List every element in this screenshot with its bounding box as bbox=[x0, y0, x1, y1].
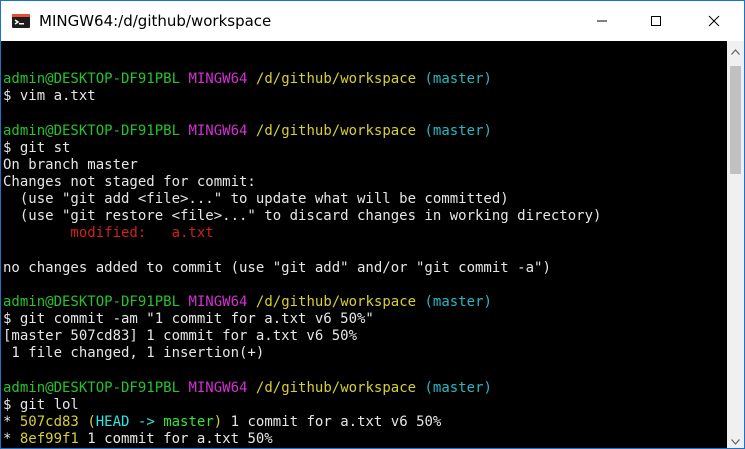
terminal-text-segment: (master) bbox=[424, 71, 492, 88]
terminal-line: On branch master bbox=[3, 157, 601, 174]
terminal-line: * 8ef99f1 1 commit for a.txt 50% bbox=[3, 431, 601, 448]
terminal-text-segment: ( bbox=[87, 413, 96, 430]
terminal-line: admin@DESKTOP-DF91PBL MINGW64 /d/github/… bbox=[3, 123, 601, 140]
scrollbar-thumb[interactable] bbox=[730, 66, 741, 174]
terminal-text-segment: [master 507cd83] 1 commit for a.txt v6 5… bbox=[3, 328, 358, 345]
terminal-text-segment: (master) bbox=[424, 122, 492, 139]
vertical-scrollbar[interactable] bbox=[727, 41, 744, 448]
terminal-text-segment: $ git st bbox=[3, 139, 71, 156]
terminal-text-segment: /d/github/workspace bbox=[255, 293, 417, 310]
terminal-line: [master 507cd83] 1 commit for a.txt v6 5… bbox=[3, 328, 601, 345]
terminal-text-segment: master bbox=[163, 413, 214, 430]
terminal-lines: admin@DESKTOP-DF91PBL MINGW64 /d/github/… bbox=[3, 54, 601, 448]
terminal-text-segment: $ vim a.txt bbox=[3, 88, 96, 105]
terminal-text-segment: * bbox=[3, 413, 20, 430]
minimize-icon bbox=[596, 12, 608, 31]
terminal-line: $ git lol bbox=[3, 397, 601, 414]
terminal-text-segment: On branch master bbox=[3, 156, 138, 173]
chevron-down-icon bbox=[731, 430, 740, 448]
close-icon bbox=[708, 12, 720, 31]
terminal-text-segment: admin@DESKTOP-DF91PBL bbox=[3, 293, 181, 310]
terminal-text-segment: $ git lol bbox=[3, 396, 79, 413]
terminal-text-segment: MINGW64 bbox=[188, 122, 248, 139]
terminal-window: MINGW64:/d/github/workspace admin@DESKTO… bbox=[0, 0, 745, 449]
scroll-up-button[interactable] bbox=[727, 41, 744, 58]
terminal-line: Changes not staged for commit: bbox=[3, 174, 601, 191]
terminal-line: no changes added to commit (use "git add… bbox=[3, 260, 601, 277]
terminal-line: (use "git add <file>..." to update what … bbox=[3, 191, 601, 208]
terminal-line: $ vim a.txt bbox=[3, 88, 601, 105]
terminal-text-segment: modified: a.txt bbox=[3, 225, 214, 242]
terminal-text-segment: /d/github/workspace bbox=[255, 122, 417, 139]
close-button[interactable] bbox=[691, 1, 737, 41]
terminal-line: $ git commit -am "1 commit for a.txt v6 … bbox=[3, 311, 601, 328]
terminal-line: * 507cd83 (HEAD -> master) 1 commit for … bbox=[3, 414, 601, 431]
minimize-button[interactable] bbox=[579, 1, 625, 41]
terminal-text-segment: (master) bbox=[424, 379, 492, 396]
terminal-text-segment: admin@DESKTOP-DF91PBL bbox=[3, 71, 181, 88]
terminal-text-segment: /d/github/workspace bbox=[255, 71, 417, 88]
terminal-line: admin@DESKTOP-DF91PBL MINGW64 /d/github/… bbox=[3, 71, 601, 88]
terminal-text-segment: (master) bbox=[424, 293, 492, 310]
terminal-text-segment: * bbox=[3, 431, 20, 448]
terminal-line: (use "git restore <file>..." to discard … bbox=[3, 208, 602, 225]
terminal-line: modified: a.txt bbox=[3, 225, 601, 242]
terminal-text-segment: no changes added to commit (use "git add… bbox=[3, 259, 551, 276]
terminal-text-segment: (use "git add <file>..." to update what … bbox=[3, 191, 509, 208]
terminal-text-segment: 507cd83 bbox=[19, 413, 79, 430]
window-title: MINGW64:/d/github/workspace bbox=[39, 12, 272, 30]
terminal-text-segment: $ git commit -am "1 commit for a.txt v6 … bbox=[3, 311, 374, 328]
chevron-up-icon bbox=[731, 40, 740, 59]
terminal-text-segment: HEAD -> bbox=[95, 413, 164, 430]
terminal-text-segment: admin@DESKTOP-DF91PBL bbox=[3, 122, 181, 139]
terminal-text-segment: 8ef99f1 bbox=[19, 431, 79, 448]
terminal-text-segment: MINGW64 bbox=[188, 71, 248, 88]
terminal-line: 1 file changed, 1 insertion(+) bbox=[3, 345, 601, 362]
terminal-line: admin@DESKTOP-DF91PBL MINGW64 /d/github/… bbox=[3, 294, 601, 311]
title-bar[interactable]: MINGW64:/d/github/workspace bbox=[1, 1, 744, 41]
terminal-text-segment: MINGW64 bbox=[188, 293, 248, 310]
terminal-line: $ git st bbox=[3, 140, 601, 157]
terminal-text-segment: MINGW64 bbox=[188, 379, 248, 396]
terminal-text-segment: Changes not staged for commit: bbox=[3, 173, 256, 190]
terminal-text-segment: 1 commit for a.txt 50% bbox=[78, 431, 273, 448]
terminal-text-segment: ) bbox=[213, 413, 223, 430]
terminal-output[interactable]: admin@DESKTOP-DF91PBL MINGW64 /d/github/… bbox=[1, 41, 727, 448]
maximize-icon bbox=[650, 12, 662, 31]
terminal-text-segment: 1 file changed, 1 insertion(+) bbox=[3, 345, 265, 362]
terminal-text-segment: 1 commit for a.txt v6 50% bbox=[222, 413, 442, 430]
terminal-text-segment: admin@DESKTOP-DF91PBL bbox=[3, 379, 181, 396]
terminal-text-segment: (use "git restore <file>..." to discard … bbox=[3, 208, 602, 225]
git-bash-terminal-icon bbox=[11, 11, 31, 31]
maximize-button[interactable] bbox=[633, 1, 679, 41]
terminal-text-segment: /d/github/workspace bbox=[255, 379, 417, 396]
scroll-down-button[interactable] bbox=[727, 431, 744, 448]
terminal-line: admin@DESKTOP-DF91PBL MINGW64 /d/github/… bbox=[3, 380, 601, 397]
